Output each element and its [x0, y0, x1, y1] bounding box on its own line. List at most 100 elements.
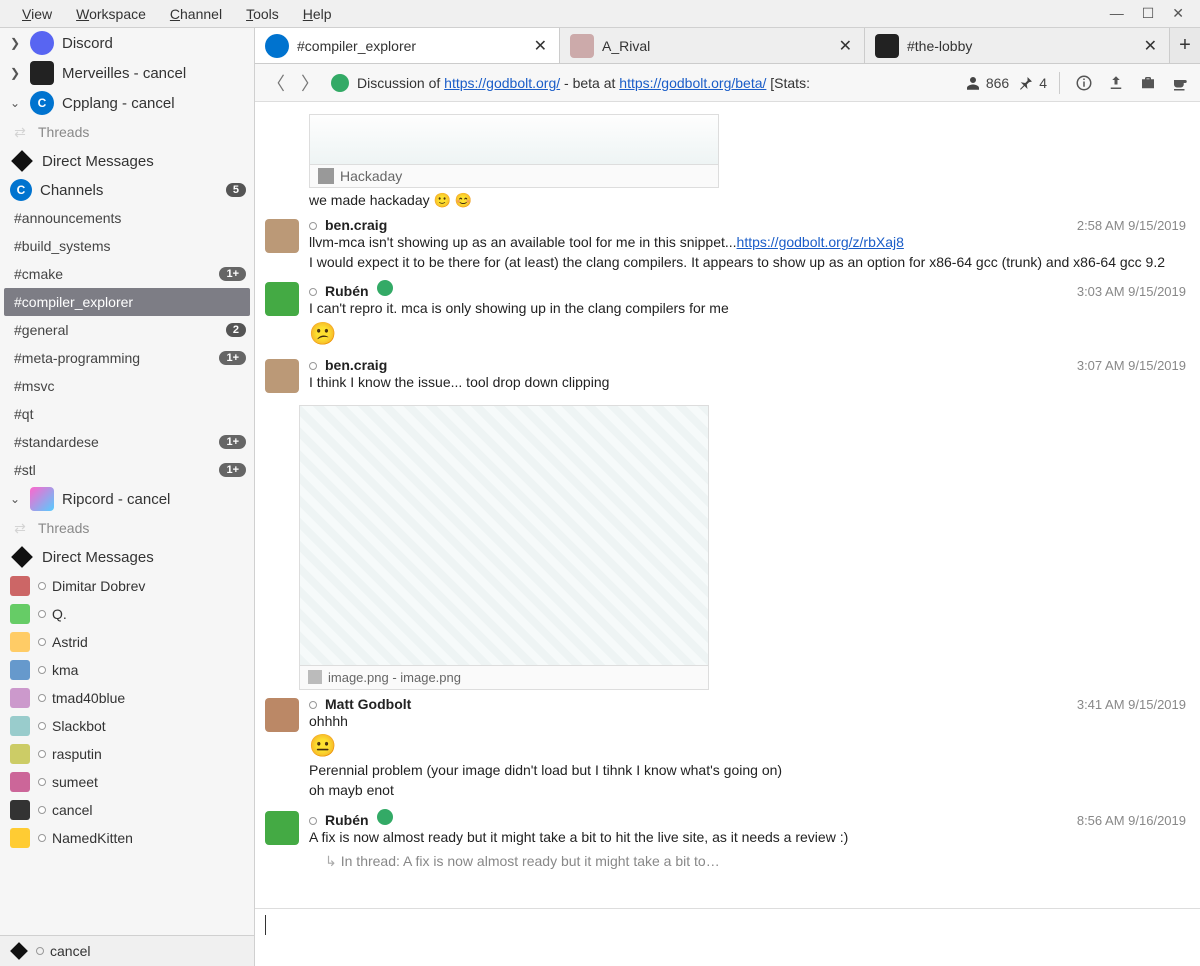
sidebar-user[interactable]: tmad40blue: [0, 684, 254, 712]
menu-tools[interactable]: Tools: [234, 4, 291, 24]
merveilles-icon: [30, 61, 54, 85]
sidebar-user[interactable]: Slackbot: [0, 712, 254, 740]
menu-view[interactable]: View: [10, 4, 64, 24]
sidebar-user[interactable]: Astrid: [0, 628, 254, 656]
tab-bar: #compiler_explorer✕A_Rival✕#the-lobby✕ +: [255, 28, 1200, 64]
tab[interactable]: A_Rival✕: [560, 28, 865, 63]
sidebar-user[interactable]: Dimitar Dobrev: [0, 572, 254, 600]
unread-badge: 1+: [219, 435, 246, 449]
topic-link-2[interactable]: https://godbolt.org/beta/: [619, 75, 766, 91]
avatar[interactable]: [265, 698, 299, 732]
message-timestamp: 3:07 AM 9/15/2019: [1077, 358, 1186, 373]
window-close[interactable]: ✕: [1172, 5, 1184, 22]
avatar[interactable]: [265, 811, 299, 845]
tab-close-button[interactable]: ✕: [1142, 36, 1159, 56]
pin-count[interactable]: 4: [1017, 74, 1047, 92]
sidebar-channel[interactable]: #meta-programming1+: [0, 344, 254, 372]
member-count[interactable]: 866: [964, 74, 1009, 92]
sidebar-user[interactable]: rasputin: [0, 740, 254, 768]
tab-close-button[interactable]: ✕: [837, 36, 854, 56]
message-list[interactable]: Hackadaywe made hackaday 🙂 😊ben.craig2:5…: [255, 102, 1200, 908]
sidebar-channel[interactable]: #cmake1+: [0, 260, 254, 288]
presence-indicator: [38, 722, 46, 730]
topic-bar: 〈 〉 Discussion of https://godbolt.org/ -…: [255, 64, 1200, 102]
message-author[interactable]: ben.craig: [325, 357, 387, 373]
briefcase-icon[interactable]: [1136, 74, 1160, 92]
threads-section[interactable]: ⇄ Threads: [0, 118, 254, 146]
reaction[interactable]: 😕: [309, 319, 1186, 349]
sidebar-channel[interactable]: #compiler_explorer: [4, 288, 250, 316]
server-cpplang[interactable]: ⌄ C Cpplang - cancel: [0, 88, 254, 118]
tab[interactable]: #the-lobby✕: [865, 28, 1170, 63]
direct-messages-section[interactable]: Direct Messages: [0, 542, 254, 572]
coffee-icon[interactable]: [1168, 74, 1192, 92]
tab[interactable]: #compiler_explorer✕: [255, 28, 560, 63]
sidebar-user[interactable]: kma: [0, 656, 254, 684]
threads-icon: ⇄: [10, 124, 30, 141]
attachment[interactable]: Hackaday: [309, 114, 719, 188]
direct-messages-section[interactable]: Direct Messages: [0, 146, 254, 176]
nav-back-button[interactable]: 〈: [263, 70, 289, 96]
chevron-down-icon: ⌄: [8, 492, 22, 506]
reaction[interactable]: 😐: [309, 731, 1186, 761]
server-discord[interactable]: ❯ Discord: [0, 28, 254, 58]
sidebar-channel[interactable]: #standardese1+: [0, 428, 254, 456]
server-ripcord[interactable]: ⌄ Ripcord - cancel: [0, 484, 254, 514]
message-input[interactable]: [265, 935, 1190, 960]
message-link[interactable]: https://godbolt.org/z/rbXaj8: [737, 234, 904, 250]
upload-icon[interactable]: [1104, 74, 1128, 92]
sidebar-channel[interactable]: #general2: [0, 316, 254, 344]
avatar: [10, 744, 30, 764]
avatar[interactable]: [265, 219, 299, 253]
channel-label: #compiler_explorer: [14, 294, 242, 310]
channels-label: Channels: [40, 182, 218, 199]
sidebar-user[interactable]: cancel: [0, 796, 254, 824]
attachment-image: [310, 115, 718, 165]
presence-indicator: [309, 701, 317, 709]
menu-workspace[interactable]: Workspace: [64, 4, 158, 24]
window-minimize[interactable]: —: [1110, 5, 1124, 22]
channel-label: #cmake: [14, 266, 211, 282]
window-maximize[interactable]: ☐: [1142, 5, 1155, 22]
self-username: cancel: [50, 943, 90, 959]
sidebar-user[interactable]: NamedKitten: [0, 824, 254, 852]
channel-label: #qt: [14, 406, 246, 422]
tab-add-button[interactable]: +: [1170, 28, 1200, 63]
message-timestamp: 8:56 AM 9/16/2019: [1077, 813, 1186, 828]
tab-close-button[interactable]: ✕: [532, 36, 549, 56]
message-author[interactable]: Rubén: [325, 812, 369, 828]
user-name: Slackbot: [52, 718, 106, 734]
message-author[interactable]: ben.craig: [325, 217, 387, 233]
presence-indicator: [309, 817, 317, 825]
file-icon: [308, 670, 322, 684]
channels-section[interactable]: C Channels 5: [0, 176, 254, 204]
dm-label: Direct Messages: [42, 549, 154, 566]
sidebar-channel[interactable]: #build_systems: [0, 232, 254, 260]
nav-forward-button[interactable]: 〉: [297, 70, 323, 96]
message-text: A fix is now almost ready but it might t…: [309, 828, 1186, 848]
sidebar-channel[interactable]: #msvc: [0, 372, 254, 400]
message-author[interactable]: Rubén: [325, 283, 369, 299]
message-author[interactable]: Matt Godbolt: [325, 696, 411, 712]
avatar[interactable]: [265, 282, 299, 316]
attachment[interactable]: image.png - image.png: [299, 405, 709, 690]
site-icon: [318, 168, 334, 184]
message-text: llvm-mca isn't showing up as an availabl…: [309, 233, 1186, 253]
sidebar-channel[interactable]: #announcements: [0, 204, 254, 232]
self-user-row[interactable]: cancel: [0, 935, 254, 966]
sidebar-channel[interactable]: #stl1+: [0, 456, 254, 484]
avatar[interactable]: [265, 359, 299, 393]
menu-help[interactable]: Help: [291, 4, 344, 24]
user-name: tmad40blue: [52, 690, 125, 706]
topic-link-1[interactable]: https://godbolt.org/: [444, 75, 560, 91]
sidebar-user[interactable]: Q.: [0, 600, 254, 628]
discord-icon: [30, 31, 54, 55]
info-icon[interactable]: [1072, 74, 1096, 92]
menu-channel[interactable]: Channel: [158, 4, 234, 24]
author-badge-icon: [377, 809, 393, 825]
sidebar-channel[interactable]: #qt: [0, 400, 254, 428]
server-merveilles[interactable]: ❯ Merveilles - cancel: [0, 58, 254, 88]
thread-reference[interactable]: ↳In thread: A fix is now almost ready bu…: [255, 853, 1200, 878]
threads-section[interactable]: ⇄ Threads: [0, 514, 254, 542]
sidebar-user[interactable]: sumeet: [0, 768, 254, 796]
